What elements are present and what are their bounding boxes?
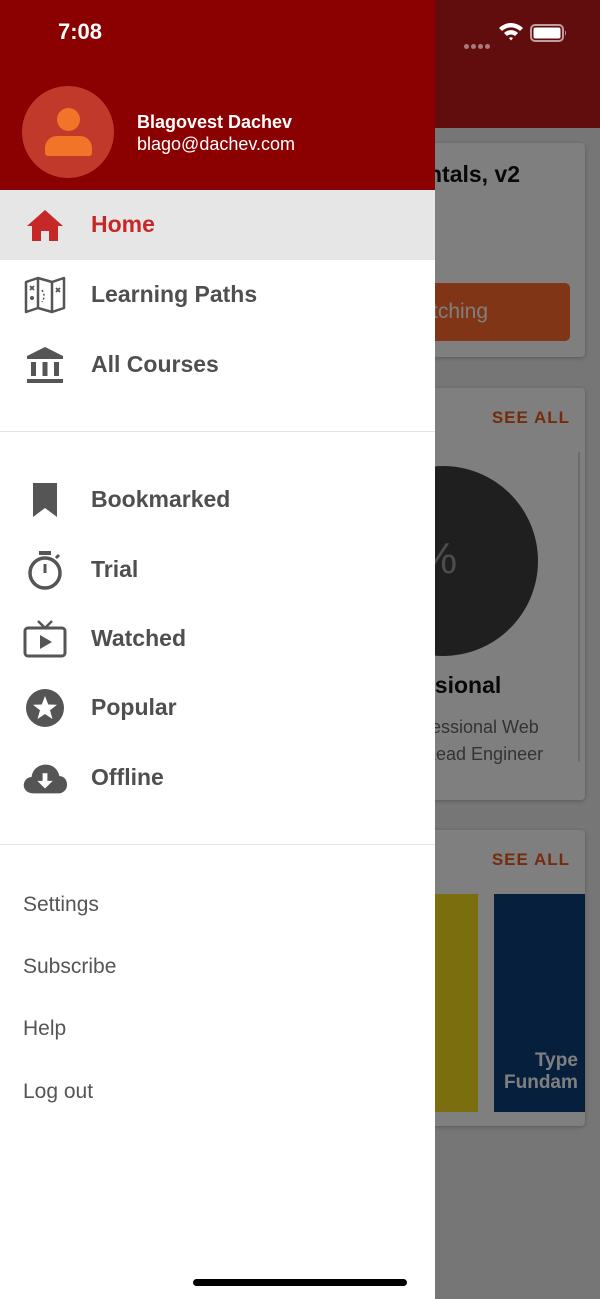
divider [0,844,435,845]
nav-item-trial[interactable]: Trial [0,535,435,605]
help-link[interactable]: Help [0,1003,435,1059]
nav-item-home[interactable]: Home [0,190,435,260]
status-bar: 7:08 [0,0,600,66]
bookmark-icon [22,480,68,520]
settings-link[interactable]: Settings [0,879,435,935]
nav-item-watched[interactable]: Watched [0,604,435,674]
stopwatch-icon [22,550,68,590]
home-icon [22,205,68,245]
nav-item-bookmarked[interactable]: Bookmarked [0,465,435,535]
nav-item-label: Popular [91,694,177,720]
nav-item-all-courses[interactable]: All Courses [0,330,435,400]
nav-item-popular[interactable]: Popular [0,673,435,743]
nav-item-label: Home [91,211,155,237]
subscribe-link[interactable]: Subscribe [0,941,435,997]
divider [0,431,435,432]
log-out-link[interactable]: Log out [0,1066,435,1122]
cloud-download-icon [22,758,68,798]
map-icon [22,275,68,315]
subscribe-label: Subscribe [23,955,117,978]
avatar-person-body [45,136,92,156]
help-label: Help [23,1017,67,1040]
battery-icon [530,23,568,48]
nav-item-label: Offline [91,764,164,790]
navigation-drawer: Blagovest Dachev blago@dachev.com Home L… [0,0,435,1299]
star-icon [22,688,68,728]
user-name: Blagovest Dachev [137,112,293,132]
nav-item-label: All Courses [91,351,219,377]
nav-item-label: Trial [91,556,139,582]
signal-icon [464,36,492,54]
nav-item-offline[interactable]: Offline [0,743,435,813]
settings-label: Settings [23,893,99,916]
status-time: 7:08 [58,19,103,44]
nav-item-label: Bookmarked [91,486,231,512]
avatar-person-head [57,108,80,131]
nav-item-label: Learning Paths [91,281,258,307]
home-indicator[interactable] [193,1279,407,1286]
institution-icon [22,345,68,385]
wifi-icon [498,21,524,46]
nav-item-label: Watched [91,625,186,651]
log-out-label: Log out [23,1080,94,1103]
tv-icon [22,619,68,659]
nav-item-learning-paths[interactable]: Learning Paths [0,260,435,330]
user-email: blago@dachev.com [137,134,296,154]
avatar[interactable] [22,86,114,178]
